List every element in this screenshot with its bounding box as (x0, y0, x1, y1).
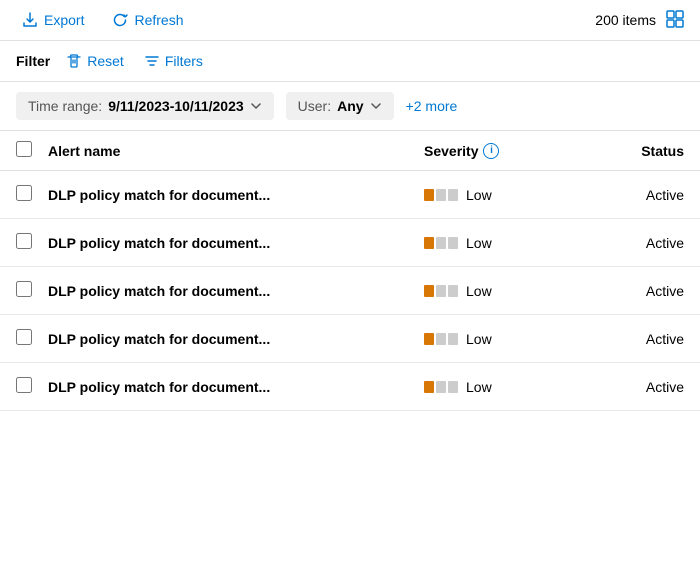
table-row[interactable]: DLP policy match for document... Low Act… (0, 315, 700, 363)
refresh-button[interactable]: Refresh (106, 8, 189, 32)
severity-info-icon[interactable]: i (483, 143, 499, 159)
user-dropdown[interactable]: User: Any (286, 92, 394, 120)
row-checkbox-col (16, 185, 48, 204)
filters-button[interactable]: Filters (140, 51, 207, 71)
reset-icon (66, 53, 82, 69)
table-header: Alert name Severity i Status (0, 131, 700, 171)
time-range-value: 9/11/2023-10/11/2023 (108, 98, 243, 114)
status-cell: Active (604, 379, 684, 395)
row-checkbox-1[interactable] (16, 233, 32, 249)
row-checkbox-4[interactable] (16, 377, 32, 393)
table-row[interactable]: DLP policy match for document... Low Act… (0, 363, 700, 411)
filters-icon (144, 53, 160, 69)
row-checkbox-0[interactable] (16, 185, 32, 201)
severity-bar (424, 237, 434, 249)
header-checkbox-col (16, 141, 48, 160)
status-header: Status (604, 143, 684, 159)
toolbar-right: 200 items (595, 10, 684, 31)
reset-button[interactable]: Reset (62, 51, 128, 71)
severity-text: Low (466, 379, 492, 395)
select-all-checkbox[interactable] (16, 141, 32, 157)
export-icon (22, 12, 38, 28)
severity-bars (424, 285, 458, 297)
severity-bar (436, 333, 446, 345)
severity-bars (424, 381, 458, 393)
time-range-chevron-icon (250, 100, 262, 112)
alert-name-cell: DLP policy match for document... (48, 379, 424, 395)
alert-name-cell: DLP policy match for document... (48, 331, 424, 347)
severity-bar (436, 381, 446, 393)
severity-bar (436, 237, 446, 249)
alert-name-header: Alert name (48, 143, 424, 159)
user-value: Any (337, 98, 363, 114)
severity-cell: Low (424, 379, 604, 395)
table-row[interactable]: DLP policy match for document... Low Act… (0, 219, 700, 267)
toolbar-left: Export Refresh (16, 8, 579, 32)
more-filters-link[interactable]: +2 more (406, 98, 458, 114)
filter-bar: Filter Reset Filters (0, 41, 700, 82)
alert-name-cell: DLP policy match for document... (48, 187, 424, 203)
status-cell: Active (604, 235, 684, 251)
severity-text: Low (466, 235, 492, 251)
user-chevron-icon (370, 100, 382, 112)
refresh-label: Refresh (134, 12, 183, 28)
severity-bar (436, 189, 446, 201)
severity-bar (448, 381, 458, 393)
row-checkbox-2[interactable] (16, 281, 32, 297)
severity-bar (448, 189, 458, 201)
items-count: 200 items (595, 12, 656, 28)
filters-label: Filters (165, 53, 203, 69)
export-button[interactable]: Export (16, 8, 90, 32)
severity-text: Low (466, 331, 492, 347)
severity-header: Severity i (424, 143, 604, 159)
row-checkbox-3[interactable] (16, 329, 32, 345)
table-row[interactable]: DLP policy match for document... Low Act… (0, 267, 700, 315)
severity-cell: Low (424, 235, 604, 251)
severity-bars (424, 333, 458, 345)
dropdowns-row: Time range: 9/11/2023-10/11/2023 User: A… (0, 82, 700, 131)
time-range-dropdown[interactable]: Time range: 9/11/2023-10/11/2023 (16, 92, 274, 120)
alert-name-cell: DLP policy match for document... (48, 283, 424, 299)
status-cell: Active (604, 331, 684, 347)
severity-bar (436, 285, 446, 297)
row-checkbox-col (16, 281, 48, 300)
severity-bar (424, 189, 434, 201)
toolbar: Export Refresh 200 items (0, 0, 700, 41)
severity-bar (448, 237, 458, 249)
alerts-table: DLP policy match for document... Low Act… (0, 171, 700, 411)
row-checkbox-col (16, 377, 48, 396)
filter-label: Filter (16, 53, 50, 69)
user-label: User: (298, 98, 331, 114)
refresh-icon (112, 12, 128, 28)
row-checkbox-col (16, 233, 48, 252)
severity-bar (448, 333, 458, 345)
reset-label: Reset (87, 53, 124, 69)
severity-bar (448, 285, 458, 297)
severity-text: Low (466, 187, 492, 203)
column-options-icon[interactable] (666, 10, 684, 31)
severity-cell: Low (424, 187, 604, 203)
status-cell: Active (604, 283, 684, 299)
table-row[interactable]: DLP policy match for document... Low Act… (0, 171, 700, 219)
status-cell: Active (604, 187, 684, 203)
time-range-label: Time range: (28, 98, 102, 114)
severity-bar (424, 285, 434, 297)
severity-cell: Low (424, 331, 604, 347)
export-label: Export (44, 12, 84, 28)
severity-bars (424, 237, 458, 249)
severity-text: Low (466, 283, 492, 299)
alert-name-cell: DLP policy match for document... (48, 235, 424, 251)
severity-cell: Low (424, 283, 604, 299)
row-checkbox-col (16, 329, 48, 348)
severity-bar (424, 381, 434, 393)
severity-bar (424, 333, 434, 345)
severity-bars (424, 189, 458, 201)
